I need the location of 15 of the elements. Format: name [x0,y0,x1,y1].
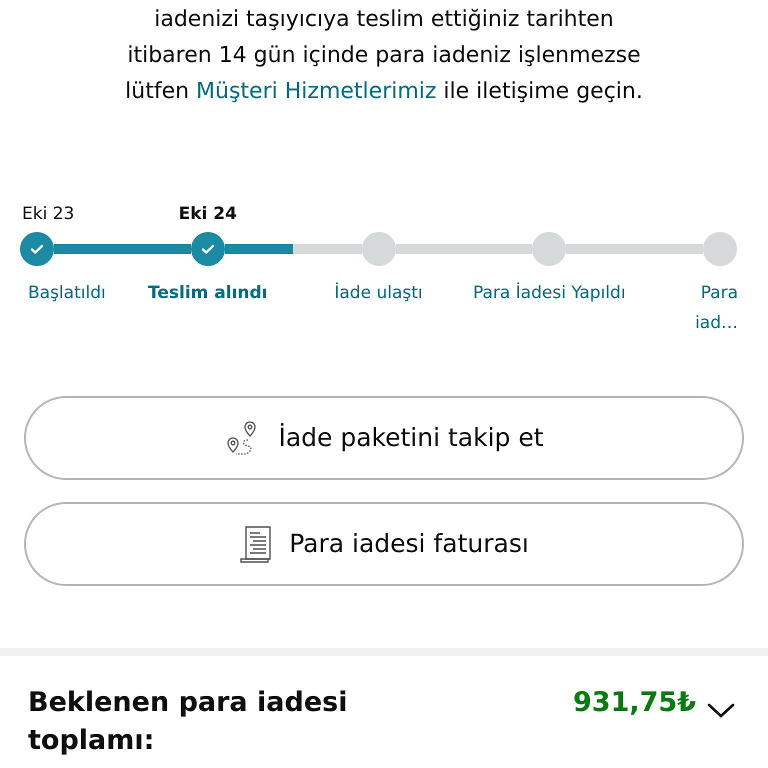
step-label: İade ulaştı [334,282,423,305]
step-label: Teslim alındı [148,282,268,305]
refund-amount: 931,75₺ [573,686,696,720]
refund-notice: iadenizi taşıyıcıya teslim ettiğiniz tarihten itibaren 14 gün içinde para iadeniz işlenmezse lütfen Müşteri Hizmetlerimiz ile iletişime geçin. [124,6,644,106]
step-label: Para iad… [694,282,738,335]
refund-invoice-button[interactable]: Para iadesi faturası [24,502,744,586]
step-date: Eki 24 [178,203,237,226]
progress-fill [224,244,294,254]
step-date: Eki 23 [22,203,74,226]
chevron-icon[interactable] [706,702,736,720]
step-label: Başlatıldı [28,282,106,305]
track-package-button[interactable]: İade paketini takip et [24,396,744,480]
customer-service-link[interactable]: Müşteri Hizmetlerimiz [196,79,436,104]
step-label: Para İadesi Yapıldı [472,282,626,305]
refund-total-label: Beklenen para iadesi toplamı: [28,686,348,758]
